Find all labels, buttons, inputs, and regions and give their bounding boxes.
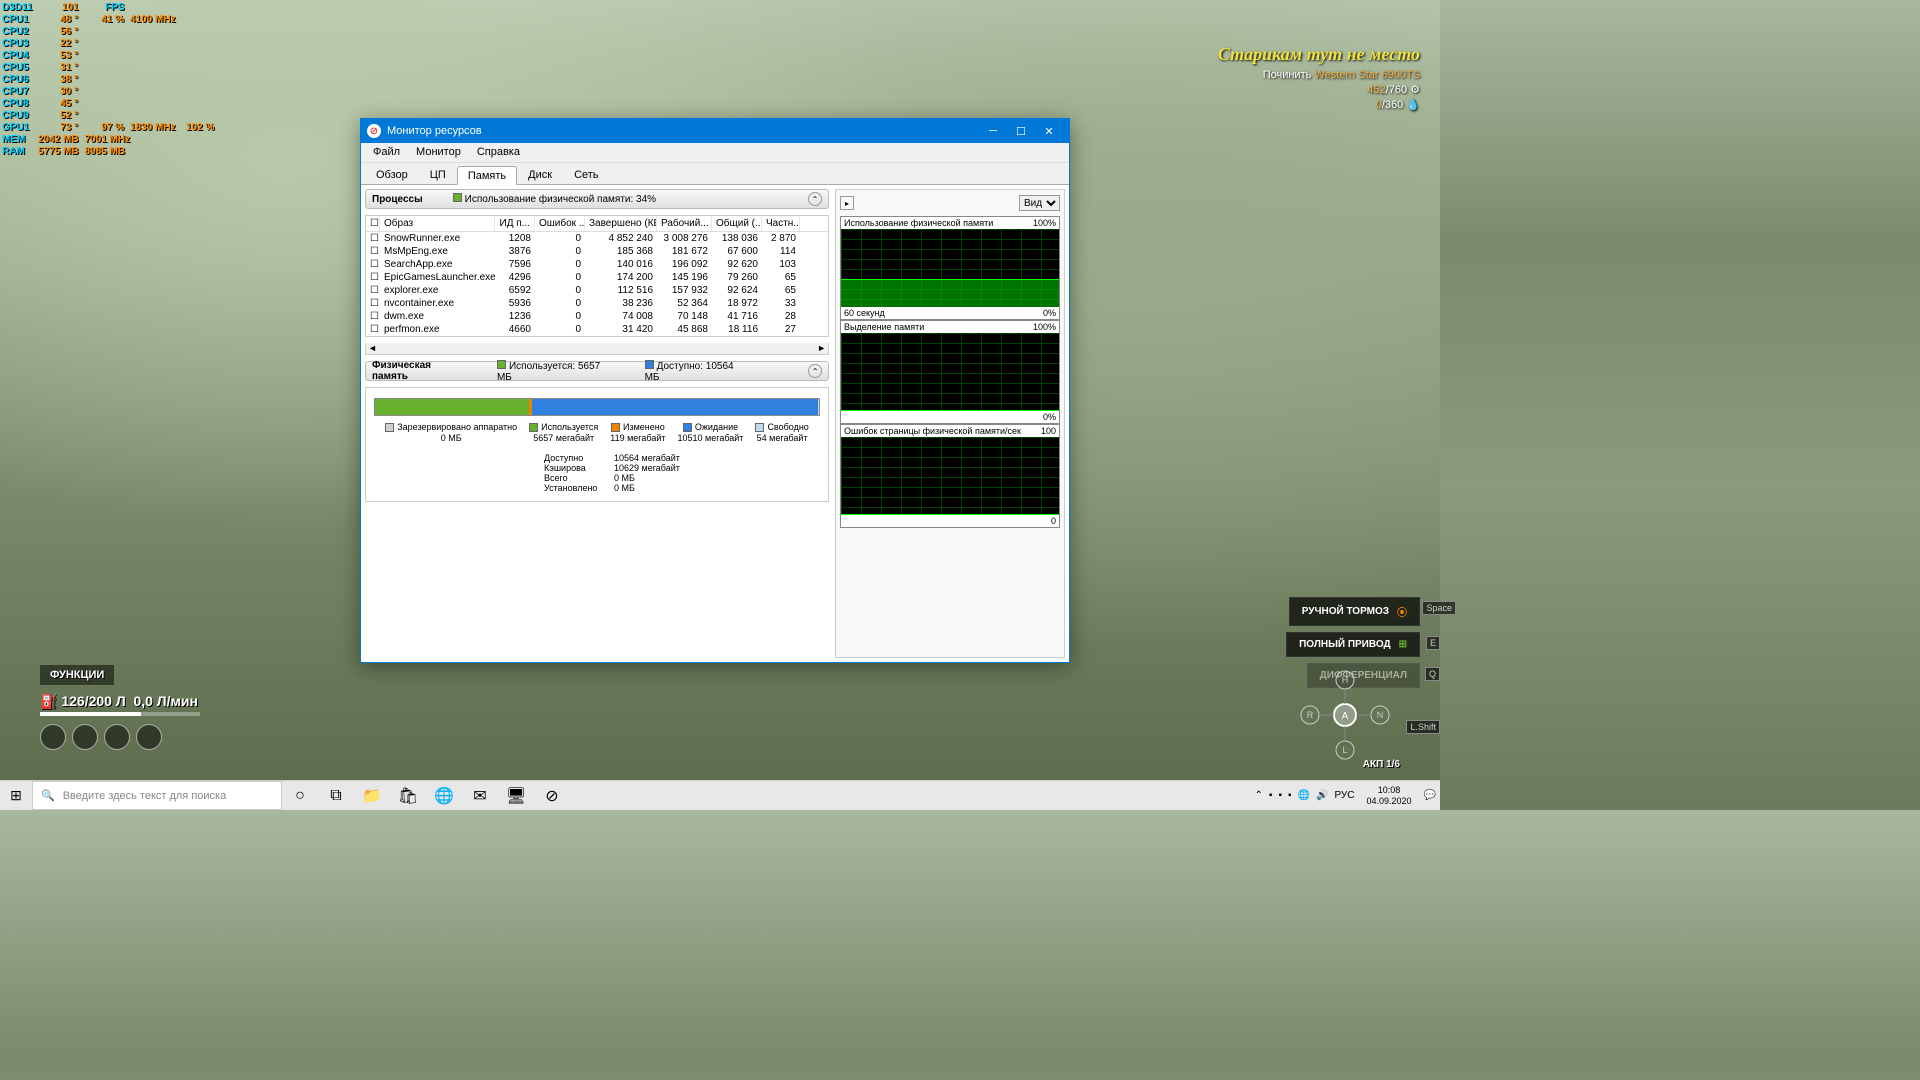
compass-icon [136, 724, 162, 750]
menu-monitor[interactable]: Монитор [408, 143, 469, 162]
app-icon[interactable]: 🖥 [498, 781, 534, 810]
table-row[interactable]: ☐explorer.exe65920112 516157 93292 62465 [366, 284, 828, 297]
damage-icon [40, 724, 66, 750]
tab-overview[interactable]: Обзор [365, 165, 419, 184]
table-row[interactable]: ☐MsMpEng.exe38760185 368181 67267 600114 [366, 245, 828, 258]
minimize-button[interactable]: ─ [979, 119, 1007, 143]
lang-indicator[interactable]: РУС [1334, 790, 1354, 801]
nvidia-icon[interactable]: ▪ [1288, 790, 1292, 801]
svg-text:L: L [1342, 745, 1347, 755]
menubar: Файл Монитор Справка [361, 143, 1069, 163]
menu-help[interactable]: Справка [469, 143, 528, 162]
gearbox-icon [104, 724, 130, 750]
chart: Ошибок страницы физической памяти/сек100… [840, 424, 1060, 528]
search-icon: 🔍 [41, 789, 55, 802]
chrome-icon[interactable]: 🌐 [426, 781, 462, 810]
explorer-icon[interactable]: 📁 [354, 781, 390, 810]
svg-text:R: R [1307, 710, 1314, 720]
table-row[interactable]: ☐nvcontainer.exe5936038 23652 36418 9723… [366, 297, 828, 310]
window-title: Монитор ресурсов [387, 125, 482, 137]
table-row[interactable]: ☐EpicGamesLauncher.exe42960174 200145 19… [366, 271, 828, 284]
mail-icon[interactable]: ✉ [462, 781, 498, 810]
tray-up-icon[interactable]: ⌃ [1255, 790, 1263, 801]
svg-text:H: H [1342, 675, 1349, 685]
notifications-icon[interactable]: 💬 [1424, 790, 1436, 801]
fuel-display: ⛽ 126/200 Л 0,0 Л/мин [40, 693, 200, 710]
chevron-up-icon[interactable]: ⌃ [808, 364, 822, 378]
close-button[interactable]: ✕ [1035, 119, 1063, 143]
start-button[interactable]: ⊞ [0, 781, 32, 810]
table-row[interactable]: ☐SearchApp.exe75960140 016196 09292 6201… [366, 258, 828, 271]
table-row[interactable]: ☐SnowRunner.exe120804 852 2403 008 27613… [366, 232, 828, 245]
app-icon: ⊘ [367, 124, 381, 138]
physmem-header[interactable]: Физическая память Используется: 5657 МБ … [365, 361, 829, 381]
network-icon[interactable]: 🌐 [1298, 790, 1310, 801]
chart: Выделение памяти100%0% [840, 320, 1060, 424]
charts-pane: ▸ Вид Использование физической памяти100… [835, 189, 1065, 658]
chart: Использование физической памяти100%60 се… [840, 216, 1060, 320]
processes-header[interactable]: Процессы Использование физической памяти… [365, 189, 829, 209]
view-select[interactable]: Вид [1019, 195, 1060, 211]
gear-selector[interactable]: H R N L A АКП 1/6 [1290, 660, 1400, 770]
store-icon[interactable]: 🛍 [390, 781, 426, 810]
tab-network[interactable]: Сеть [563, 165, 609, 184]
tray-icon[interactable]: ▪ [1269, 790, 1273, 801]
h-scrollbar[interactable] [365, 343, 829, 355]
tabbar: Обзор ЦП Память Диск Сеть [361, 163, 1069, 185]
table-header[interactable]: ☐ Образ ИД п... Ошибок ... Завершено (КБ… [366, 216, 828, 232]
table-row[interactable]: ☐perfmon.exe4660031 42045 86818 11627 [366, 323, 828, 336]
search-input[interactable]: 🔍 Введите здесь текст для поиска [32, 781, 282, 810]
maximize-button[interactable]: ☐ [1007, 119, 1035, 143]
memory-breakdown: Зарезервировано аппаратно0 МБИспользуетс… [365, 387, 829, 502]
chevron-up-icon[interactable]: ⌃ [808, 192, 822, 206]
svg-text:A: A [1342, 711, 1349, 722]
functions-button[interactable]: ФУНКЦИИ [40, 665, 114, 685]
volume-icon[interactable]: 🔊 [1316, 790, 1328, 801]
tab-memory[interactable]: Память [457, 166, 517, 185]
taskview-icon[interactable]: ⧉ [318, 781, 354, 810]
window-titlebar[interactable]: ⊘ Монитор ресурсов ─ ☐ ✕ [361, 119, 1069, 143]
process-table: ☐ Образ ИД п... Ошибок ... Завершено (КБ… [365, 215, 829, 337]
taskbar: ⊞ 🔍 Введите здесь текст для поиска ○ ⧉ 📁… [0, 780, 1440, 810]
tab-cpu[interactable]: ЦП [419, 165, 457, 184]
collapse-button[interactable]: ▸ [840, 196, 854, 210]
awd-button[interactable]: ПОЛНЫЙ ПРИВОД⊞ [1286, 632, 1420, 657]
table-row[interactable]: ☐dwm.exe1236074 00870 14841 71628 [366, 310, 828, 323]
perfmon-icon[interactable]: ⊘ [534, 781, 570, 810]
hud-status-panel: ФУНКЦИИ ⛽ 126/200 Л 0,0 Л/мин [40, 665, 200, 750]
camera-icon [72, 724, 98, 750]
cortana-icon[interactable]: ○ [282, 781, 318, 810]
system-tray[interactable]: ⌃ ▪ ▪ ▪ 🌐 🔊 РУС 10:0804.09.2020 💬 [1251, 785, 1440, 807]
tray-icon[interactable]: ▪ [1278, 790, 1282, 801]
hwinfo-overlay: D3D11101FPS CPU148 °41 %4100 MHzCPU256 °… [2, 2, 232, 158]
mission-title: Старикам тут не место [1218, 44, 1420, 65]
menu-file[interactable]: Файл [365, 143, 408, 162]
handbrake-button[interactable]: РУЧНОЙ ТОРМОЗ⦿ [1289, 597, 1420, 626]
clock[interactable]: 10:0804.09.2020 [1361, 785, 1418, 807]
tab-disk[interactable]: Диск [517, 165, 563, 184]
gear-label: АКП 1/6 [1363, 759, 1400, 770]
resource-monitor-window: ⊘ Монитор ресурсов ─ ☐ ✕ Файл Монитор Сп… [360, 118, 1070, 663]
svg-text:N: N [1377, 710, 1384, 720]
memory-bar [374, 398, 820, 416]
hud-mission-panel: Старикам тут не место Починить Western S… [1218, 44, 1420, 111]
